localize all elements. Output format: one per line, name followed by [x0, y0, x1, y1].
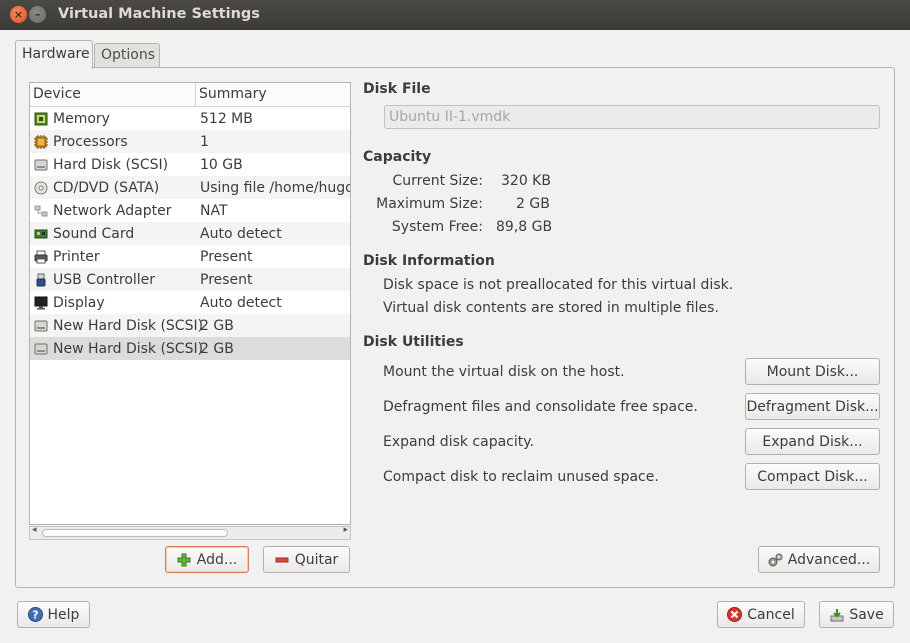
capacity-heading: Capacity: [363, 149, 432, 165]
remove-device-button[interactable]: Quitar: [263, 546, 350, 573]
device-summary: NAT: [200, 202, 228, 219]
maximum-size-label: Maximum Size:: [376, 196, 483, 212]
memory-icon: [33, 111, 48, 126]
disk-information-heading: Disk Information: [363, 253, 495, 269]
device-list[interactable]: Device Summary Memory 512 MB Processors …: [29, 82, 351, 525]
device-name: USB Controller: [53, 271, 156, 288]
compact-disk-button[interactable]: Compact Disk...: [745, 463, 880, 490]
cd-dvd-icon: [33, 180, 48, 195]
defragment-disk-button[interactable]: Defragment Disk...: [745, 393, 880, 420]
processor-icon: [33, 134, 48, 149]
device-summary: Using file /home/hugo/: [200, 179, 350, 196]
usb-icon: [33, 272, 48, 287]
device-row-sound-card[interactable]: Sound Card Auto detect: [30, 222, 350, 245]
tab-options[interactable]: Options: [94, 43, 160, 68]
save-label: Save: [849, 606, 884, 623]
device-summary: Present: [200, 271, 253, 288]
settings-window: × – Virtual Machine Settings Hardware Op…: [0, 0, 910, 643]
cancel-label: Cancel: [747, 606, 795, 623]
device-row-network-adapter[interactable]: Network Adapter NAT: [30, 199, 350, 222]
cancel-button[interactable]: Cancel: [717, 601, 805, 628]
disk-info-line-2: Virtual disk contents are stored in mult…: [383, 300, 719, 316]
help-icon: ?: [27, 607, 43, 622]
current-size-value: 320 KB: [501, 173, 551, 189]
advanced-button[interactable]: Advanced...: [758, 546, 880, 573]
save-button[interactable]: Save: [819, 601, 894, 628]
help-label: Help: [47, 606, 80, 623]
title-bar[interactable]: × – Virtual Machine Settings: [0, 0, 910, 30]
printer-icon: [33, 249, 48, 264]
maximum-size-value: 2 GB: [516, 196, 550, 212]
hard-disk-icon: [33, 341, 48, 356]
scroll-right-arrow-icon[interactable]: ▸: [343, 525, 348, 535]
column-header-device[interactable]: Device: [30, 83, 196, 106]
device-summary: Auto detect: [200, 294, 282, 311]
device-row-memory[interactable]: Memory 512 MB: [30, 107, 350, 130]
gears-icon: [768, 552, 783, 567]
device-row-cd-dvd[interactable]: CD/DVD (SATA) Using file /home/hugo/: [30, 176, 350, 199]
mount-description: Mount the virtual disk on the host.: [383, 364, 625, 380]
device-name: Processors: [53, 133, 128, 150]
device-name: Display: [53, 294, 105, 311]
device-list-header: Device Summary: [30, 83, 350, 107]
device-summary: 10 GB: [200, 156, 243, 173]
minus-icon: [275, 552, 290, 567]
device-name: Hard Disk (SCSI): [53, 156, 169, 173]
hard-disk-icon: [33, 157, 48, 172]
column-header-summary[interactable]: Summary: [196, 83, 270, 106]
mount-disk-button[interactable]: Mount Disk...: [745, 358, 880, 385]
save-icon: [829, 607, 844, 622]
disk-file-heading: Disk File: [363, 81, 431, 97]
device-row-hard-disk[interactable]: Hard Disk (SCSI) 10 GB: [30, 153, 350, 176]
help-button[interactable]: ? Help: [17, 601, 90, 628]
compact-description: Compact disk to reclaim unused space.: [383, 469, 659, 485]
defragment-description: Defragment files and consolidate free sp…: [383, 399, 698, 415]
device-summary: Auto detect: [200, 225, 282, 242]
window-title: Virtual Machine Settings: [58, 6, 260, 22]
svg-text:?: ?: [32, 609, 38, 622]
network-icon: [33, 203, 48, 218]
disk-info-line-1: Disk space is not preallocated for this …: [383, 277, 734, 293]
hard-disk-icon: [33, 318, 48, 333]
expand-description: Expand disk capacity.: [383, 434, 534, 450]
tab-hardware[interactable]: Hardware: [15, 40, 93, 69]
disk-file-field[interactable]: Ubuntu II-1.vmdk: [384, 105, 880, 129]
plus-icon: [177, 552, 192, 567]
device-row-usb-controller[interactable]: USB Controller Present: [30, 268, 350, 291]
device-row-printer[interactable]: Printer Present: [30, 245, 350, 268]
device-row-display[interactable]: Display Auto detect: [30, 291, 350, 314]
add-device-label: Add...: [196, 551, 238, 568]
system-free-value: 89,8 GB: [496, 219, 553, 235]
display-icon: [33, 295, 48, 310]
device-name: Network Adapter: [53, 202, 172, 219]
minimize-window-button[interactable]: –: [29, 6, 46, 23]
device-row-new-hard-disk-selected[interactable]: New Hard Disk (SCSI) 2 GB: [30, 337, 350, 360]
device-name: Printer: [53, 248, 100, 265]
scrollbar-thumb[interactable]: [42, 529, 228, 537]
device-name: Memory: [53, 110, 110, 127]
remove-device-label: Quitar: [294, 551, 339, 568]
system-free-label: System Free:: [391, 219, 483, 235]
device-summary: 512 MB: [200, 110, 253, 127]
device-list-horizontal-scrollbar[interactable]: ◂ ▸: [29, 525, 351, 540]
device-name: Sound Card: [53, 225, 135, 242]
device-row-processors[interactable]: Processors 1: [30, 130, 350, 153]
device-row-new-hard-disk[interactable]: New Hard Disk (SCSI) 2 GB: [30, 314, 350, 337]
disk-utilities-heading: Disk Utilities: [363, 334, 464, 350]
device-summary: 2 GB: [200, 317, 234, 334]
cancel-icon: [727, 607, 743, 622]
close-window-button[interactable]: ×: [10, 6, 27, 23]
advanced-label: Advanced...: [787, 551, 871, 568]
device-summary: 1: [200, 133, 209, 150]
device-summary: Present: [200, 248, 253, 265]
device-name: CD/DVD (SATA): [53, 179, 160, 196]
sound-card-icon: [33, 226, 48, 241]
add-device-button[interactable]: Add...: [165, 546, 249, 573]
expand-disk-button[interactable]: Expand Disk...: [745, 428, 880, 455]
device-summary: 2 GB: [200, 340, 234, 357]
scroll-left-arrow-icon[interactable]: ◂: [32, 525, 37, 535]
current-size-label: Current Size:: [392, 173, 484, 189]
device-name: New Hard Disk (SCSI): [53, 340, 204, 357]
device-name: New Hard Disk (SCSI): [53, 317, 204, 334]
